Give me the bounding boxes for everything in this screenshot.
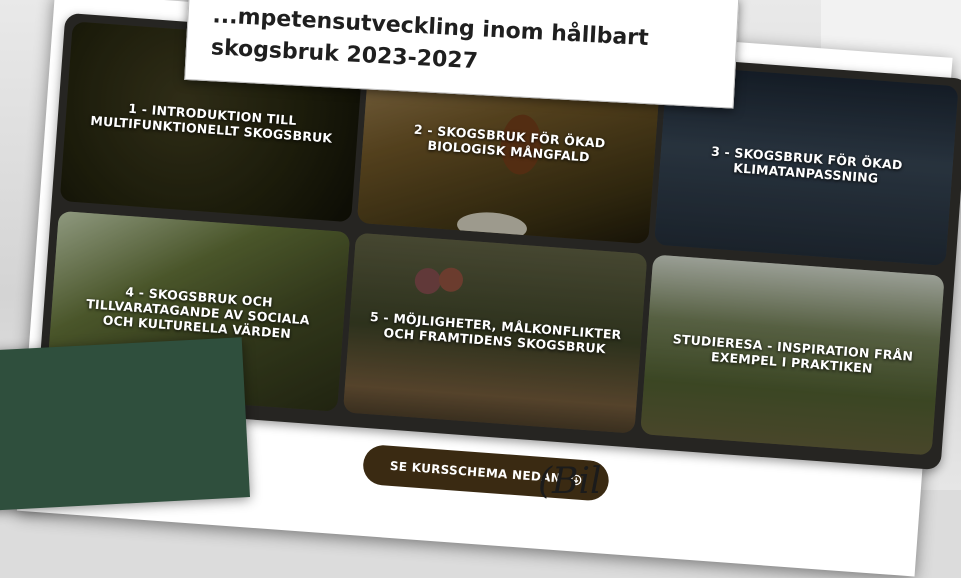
green-card (0, 337, 250, 512)
partial-caption: (Bil (538, 461, 602, 502)
page-title: ...mpetensutveckling inom hållbart skogs… (210, 0, 713, 90)
course-tile-5[interactable]: 5 - MÖJLIGHETER, MÅLKONFLIKTER OCH FRAMT… (342, 232, 648, 434)
course-tile-6[interactable]: STUDIERESA - INSPIRATION FRÅN EXEMPEL I … (640, 254, 945, 456)
see-schedule-label: SE KURSSCHEMA NEDAN (389, 458, 562, 486)
